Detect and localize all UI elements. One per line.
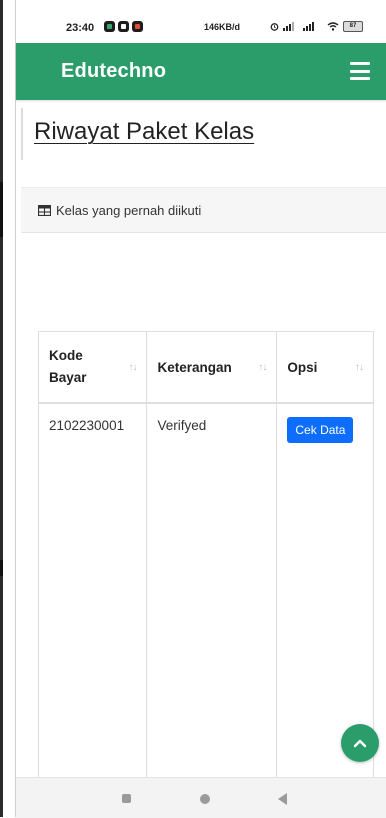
frame-edge-mark	[0, 560, 3, 576]
cell-opsi: Cek Data	[276, 402, 374, 778]
frame-edge-mark	[0, 182, 3, 237]
system-nav-bar	[16, 777, 386, 818]
table-row: 2102230001 Verifyed Cek Data	[37, 402, 374, 778]
app-icon	[118, 21, 129, 32]
phone-screen: 23:40 146KB/d 87 Edutechno Riwayat Paket…	[15, 0, 386, 818]
app-icon	[104, 21, 115, 32]
app-icon	[132, 21, 143, 32]
title-divider	[21, 108, 23, 160]
table-icon	[38, 204, 51, 216]
card-header: Kelas yang pernah diikuti	[21, 187, 386, 233]
back-icon[interactable]	[278, 793, 287, 805]
wifi-icon	[327, 22, 339, 31]
hamburger-menu-icon[interactable]	[350, 62, 370, 80]
signal-icon	[303, 22, 314, 31]
home-icon[interactable]	[200, 794, 210, 804]
riwayat-table: Kode Bayar ↑↓ Keterangan ↑↓ Opsi ↑↓ 2102…	[37, 331, 374, 778]
signal-icon	[283, 22, 294, 31]
column-label: Kode Bayar	[49, 348, 87, 385]
sort-icon[interactable]: ↑↓	[258, 362, 267, 373]
status-bar: 23:40 146KB/d 87	[16, 14, 386, 42]
cek-data-button[interactable]: Cek Data	[287, 417, 354, 443]
app-header: Edutechno	[16, 43, 386, 100]
battery-icon: 87	[343, 21, 363, 32]
alarm-icon	[270, 23, 279, 31]
column-header-opsi[interactable]: Opsi ↑↓	[276, 331, 374, 404]
recent-apps-icon[interactable]	[122, 794, 131, 803]
cell-kode-bayar: 2102230001	[37, 402, 148, 778]
frame-edge	[0, 0, 3, 817]
column-label: Opsi	[287, 359, 318, 375]
network-speed: 146KB/d	[204, 22, 241, 32]
sort-icon[interactable]: ↑↓	[355, 362, 364, 373]
scroll-top-button[interactable]	[341, 724, 379, 762]
chevron-up-icon	[353, 739, 367, 748]
status-time: 23:40	[66, 22, 95, 34]
column-label: Keterangan	[157, 359, 232, 375]
card-title: Kelas yang pernah diikuti	[56, 202, 202, 218]
column-header-kode-bayar[interactable]: Kode Bayar ↑↓	[37, 331, 148, 404]
status-app-icons	[104, 21, 143, 32]
page-title: Riwayat Paket Kelas	[34, 118, 255, 145]
brand-logo-text[interactable]: Edutechno	[61, 60, 166, 83]
status-right-icons: 87	[270, 21, 363, 32]
sort-icon[interactable]: ↑↓	[128, 362, 137, 373]
table-header-row: Kode Bayar ↑↓ Keterangan ↑↓ Opsi ↑↓	[37, 331, 374, 404]
column-header-keterangan[interactable]: Keterangan ↑↓	[146, 331, 278, 404]
cell-keterangan: Verifyed	[146, 402, 278, 778]
